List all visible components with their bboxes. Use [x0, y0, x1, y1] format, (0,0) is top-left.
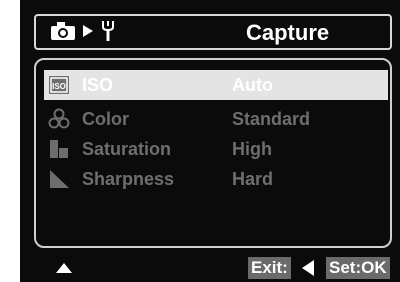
wrench-icon[interactable] — [100, 20, 116, 47]
menu-item-label: ISO — [82, 75, 114, 95]
menu-item-iso[interactable]: ISO ISO Auto — [44, 70, 388, 100]
saturation-icon — [48, 138, 70, 160]
color-icon — [48, 108, 70, 130]
menu-item-label: Sharpness — [82, 169, 175, 189]
menu-item-value: Auto — [232, 75, 273, 95]
set-ok-button[interactable]: Set:OK — [326, 257, 390, 279]
play-arrow-icon — [82, 24, 94, 43]
menu-title: Capture — [246, 20, 330, 45]
svg-text:ISO: ISO — [52, 82, 66, 91]
menu-item-sharpness[interactable]: Sharpness Hard — [44, 164, 388, 194]
iso-icon: ISO — [48, 74, 70, 96]
left-arrow-icon — [302, 260, 314, 281]
menu-header: Capture — [34, 14, 392, 50]
header-tabs — [50, 20, 116, 46]
menu-item-value: Standard — [232, 109, 311, 129]
menu-item-label: Saturation — [82, 139, 172, 159]
menu-item-value: Hard — [232, 169, 274, 189]
camera-menu-screen: Capture ISO ISO Auto Color Standard Satu… — [20, 0, 400, 282]
menu-item-value: High — [232, 139, 272, 159]
menu-item-color[interactable]: Color Standard — [44, 104, 388, 134]
menu-item-saturation[interactable]: Saturation High — [44, 134, 388, 164]
footer-bar: Exit: Set:OK — [20, 254, 400, 282]
sharpness-icon — [48, 168, 70, 190]
exit-button[interactable]: Exit: — [248, 257, 291, 279]
up-arrow-icon[interactable] — [56, 260, 72, 278]
camera-icon[interactable] — [50, 21, 76, 46]
settings-menu: ISO ISO Auto Color Standard Saturation H… — [34, 58, 392, 248]
menu-item-label: Color — [82, 109, 129, 129]
